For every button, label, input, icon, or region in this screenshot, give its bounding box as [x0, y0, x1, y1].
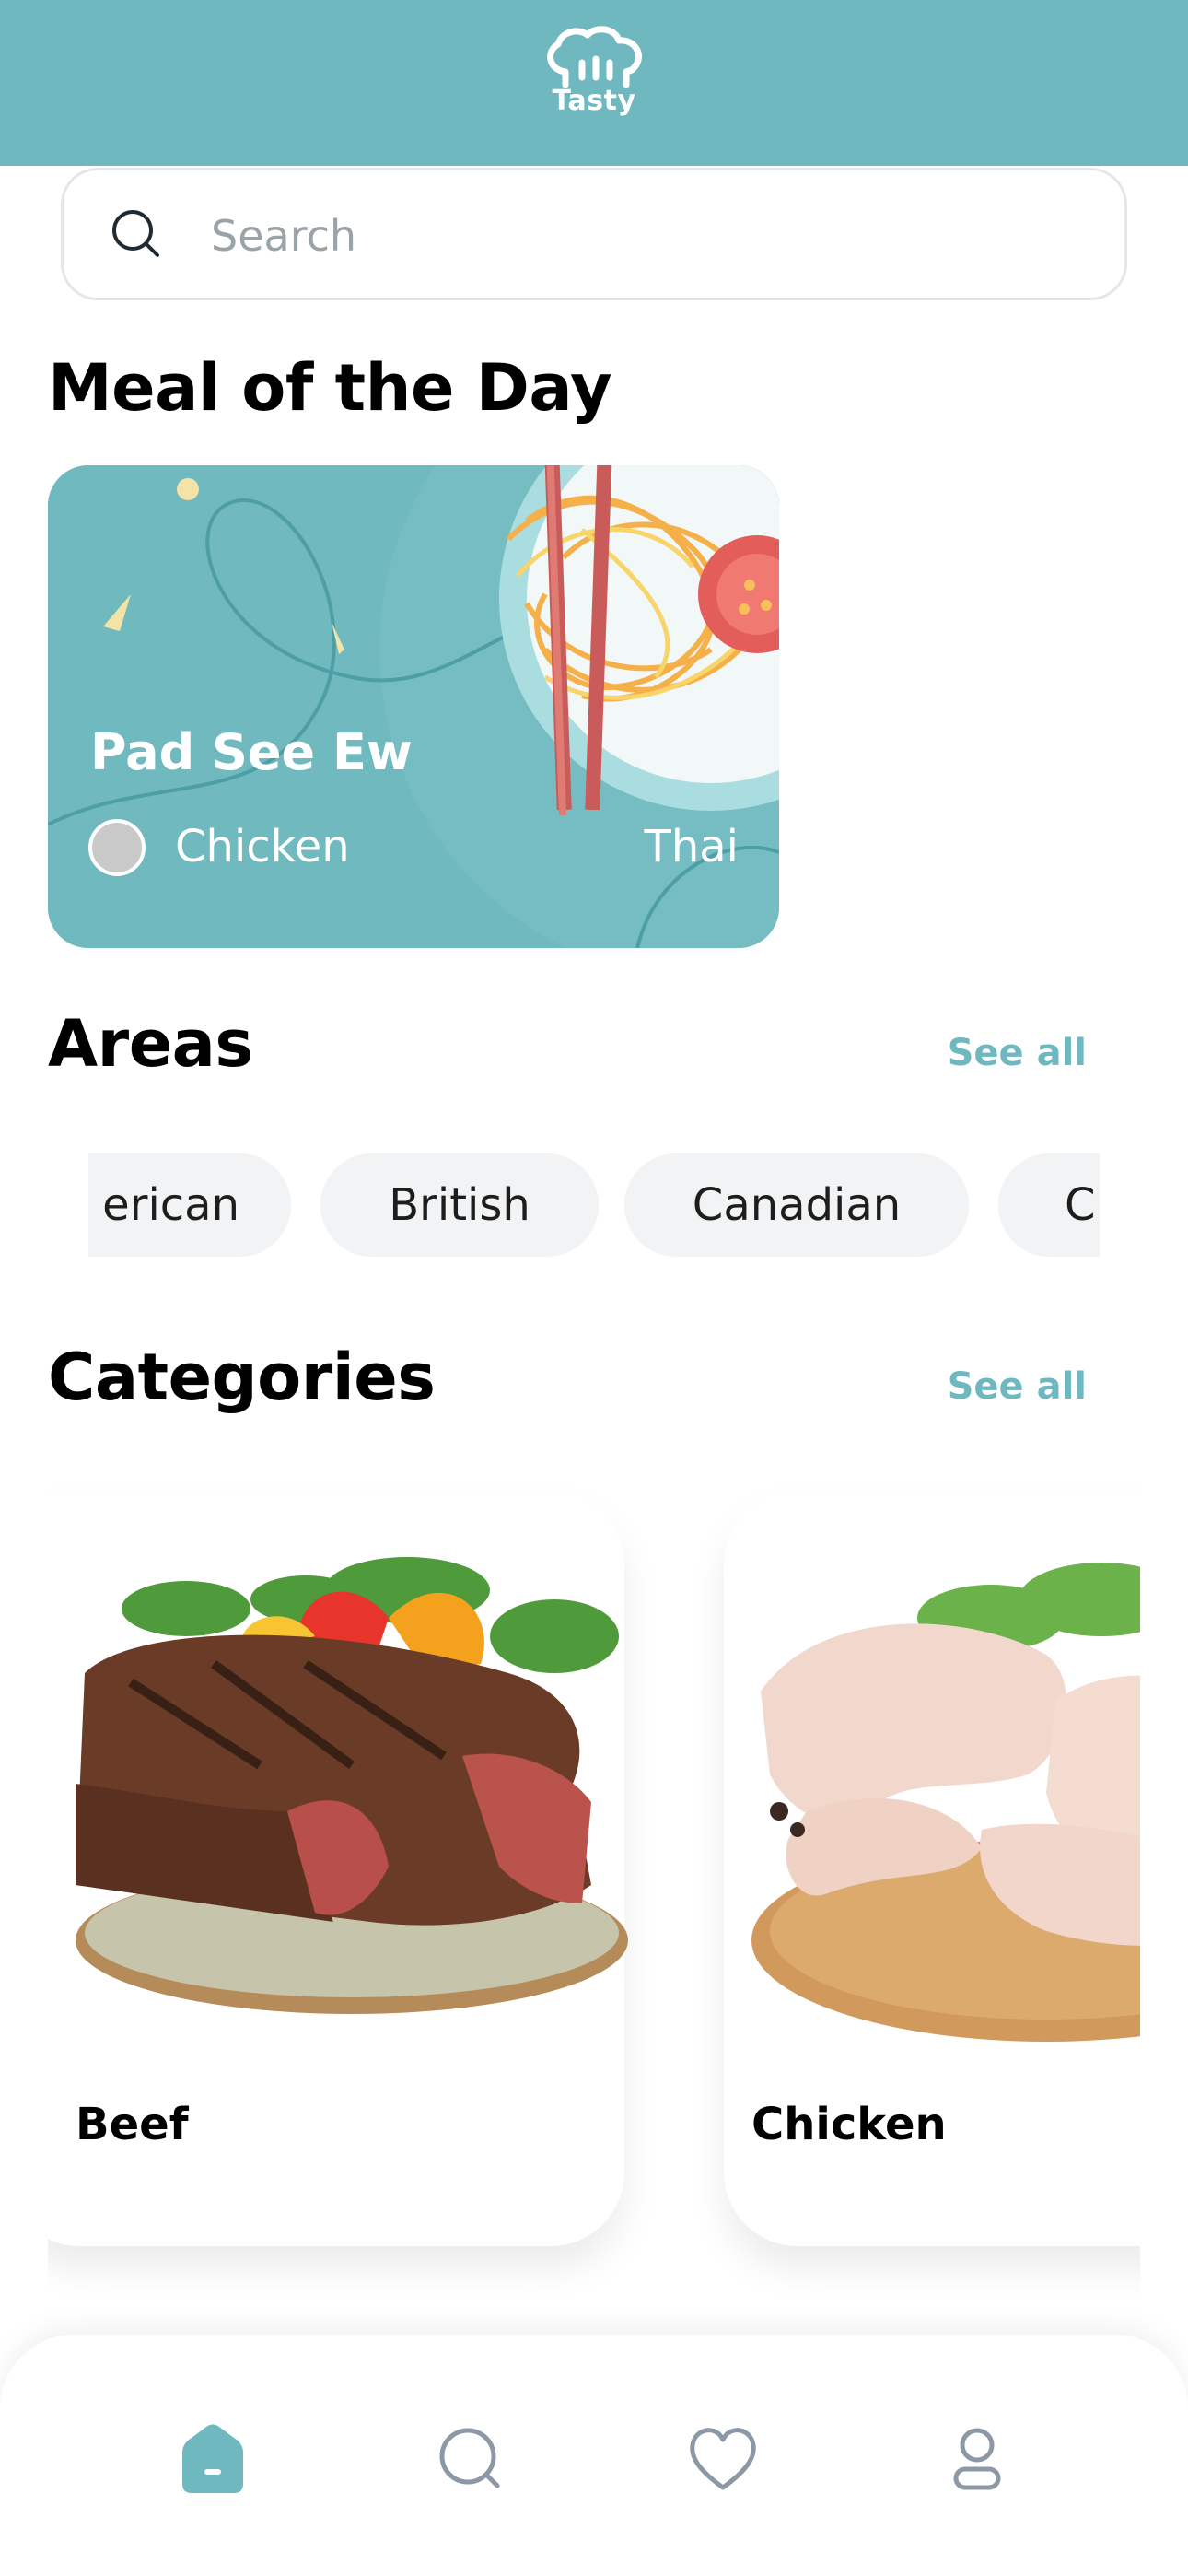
meal-of-day-title: Meal of the Day	[48, 350, 612, 426]
areas-chip-list: erican British Canadian C	[88, 1153, 1100, 1259]
heart-icon[interactable]	[681, 2418, 764, 2500]
category-card-chicken[interactable]: Chicken	[724, 1491, 1140, 2246]
chicken-image	[751, 1563, 1140, 2042]
meal-of-day-card[interactable]: Pad See Ew Chicken Thai	[48, 465, 779, 948]
profile-icon[interactable]	[936, 2418, 1019, 2500]
categories-title: Categories	[48, 1340, 436, 1415]
meal-category-avatar	[88, 819, 146, 876]
chef-hat-icon	[547, 26, 642, 88]
search-bar[interactable]	[61, 168, 1127, 300]
app-header: Tasty	[0, 0, 1188, 166]
area-chip[interactable]: British	[320, 1153, 599, 1257]
search-icon	[112, 210, 159, 257]
bottom-navigation	[0, 2335, 1188, 2576]
categories-see-all-link[interactable]: See all	[948, 1365, 1087, 1408]
categories-list: Beef Chicken	[48, 1474, 1140, 2294]
area-chip[interactable]: C	[998, 1153, 1100, 1257]
areas-see-all-link[interactable]: See all	[948, 1032, 1087, 1074]
area-chip[interactable]: Canadian	[624, 1153, 969, 1257]
home-icon[interactable]	[171, 2418, 254, 2500]
beef-image	[76, 1557, 628, 2014]
meal-name: Pad See Ew	[90, 723, 413, 781]
search-input[interactable]	[209, 198, 1042, 274]
category-card-beef[interactable]: Beef	[48, 1491, 628, 2246]
meal-area: Thai	[644, 821, 740, 872]
area-chip[interactable]: erican	[88, 1153, 291, 1257]
category-label: Chicken	[751, 2099, 947, 2150]
meal-category: Chicken	[175, 821, 350, 872]
app-logo: Tasty	[530, 26, 658, 117]
category-label: Beef	[76, 2099, 189, 2150]
app-name: Tasty	[552, 85, 636, 117]
search-icon[interactable]	[429, 2418, 512, 2500]
areas-title: Areas	[48, 1006, 253, 1082]
meal-illustration	[48, 465, 779, 948]
